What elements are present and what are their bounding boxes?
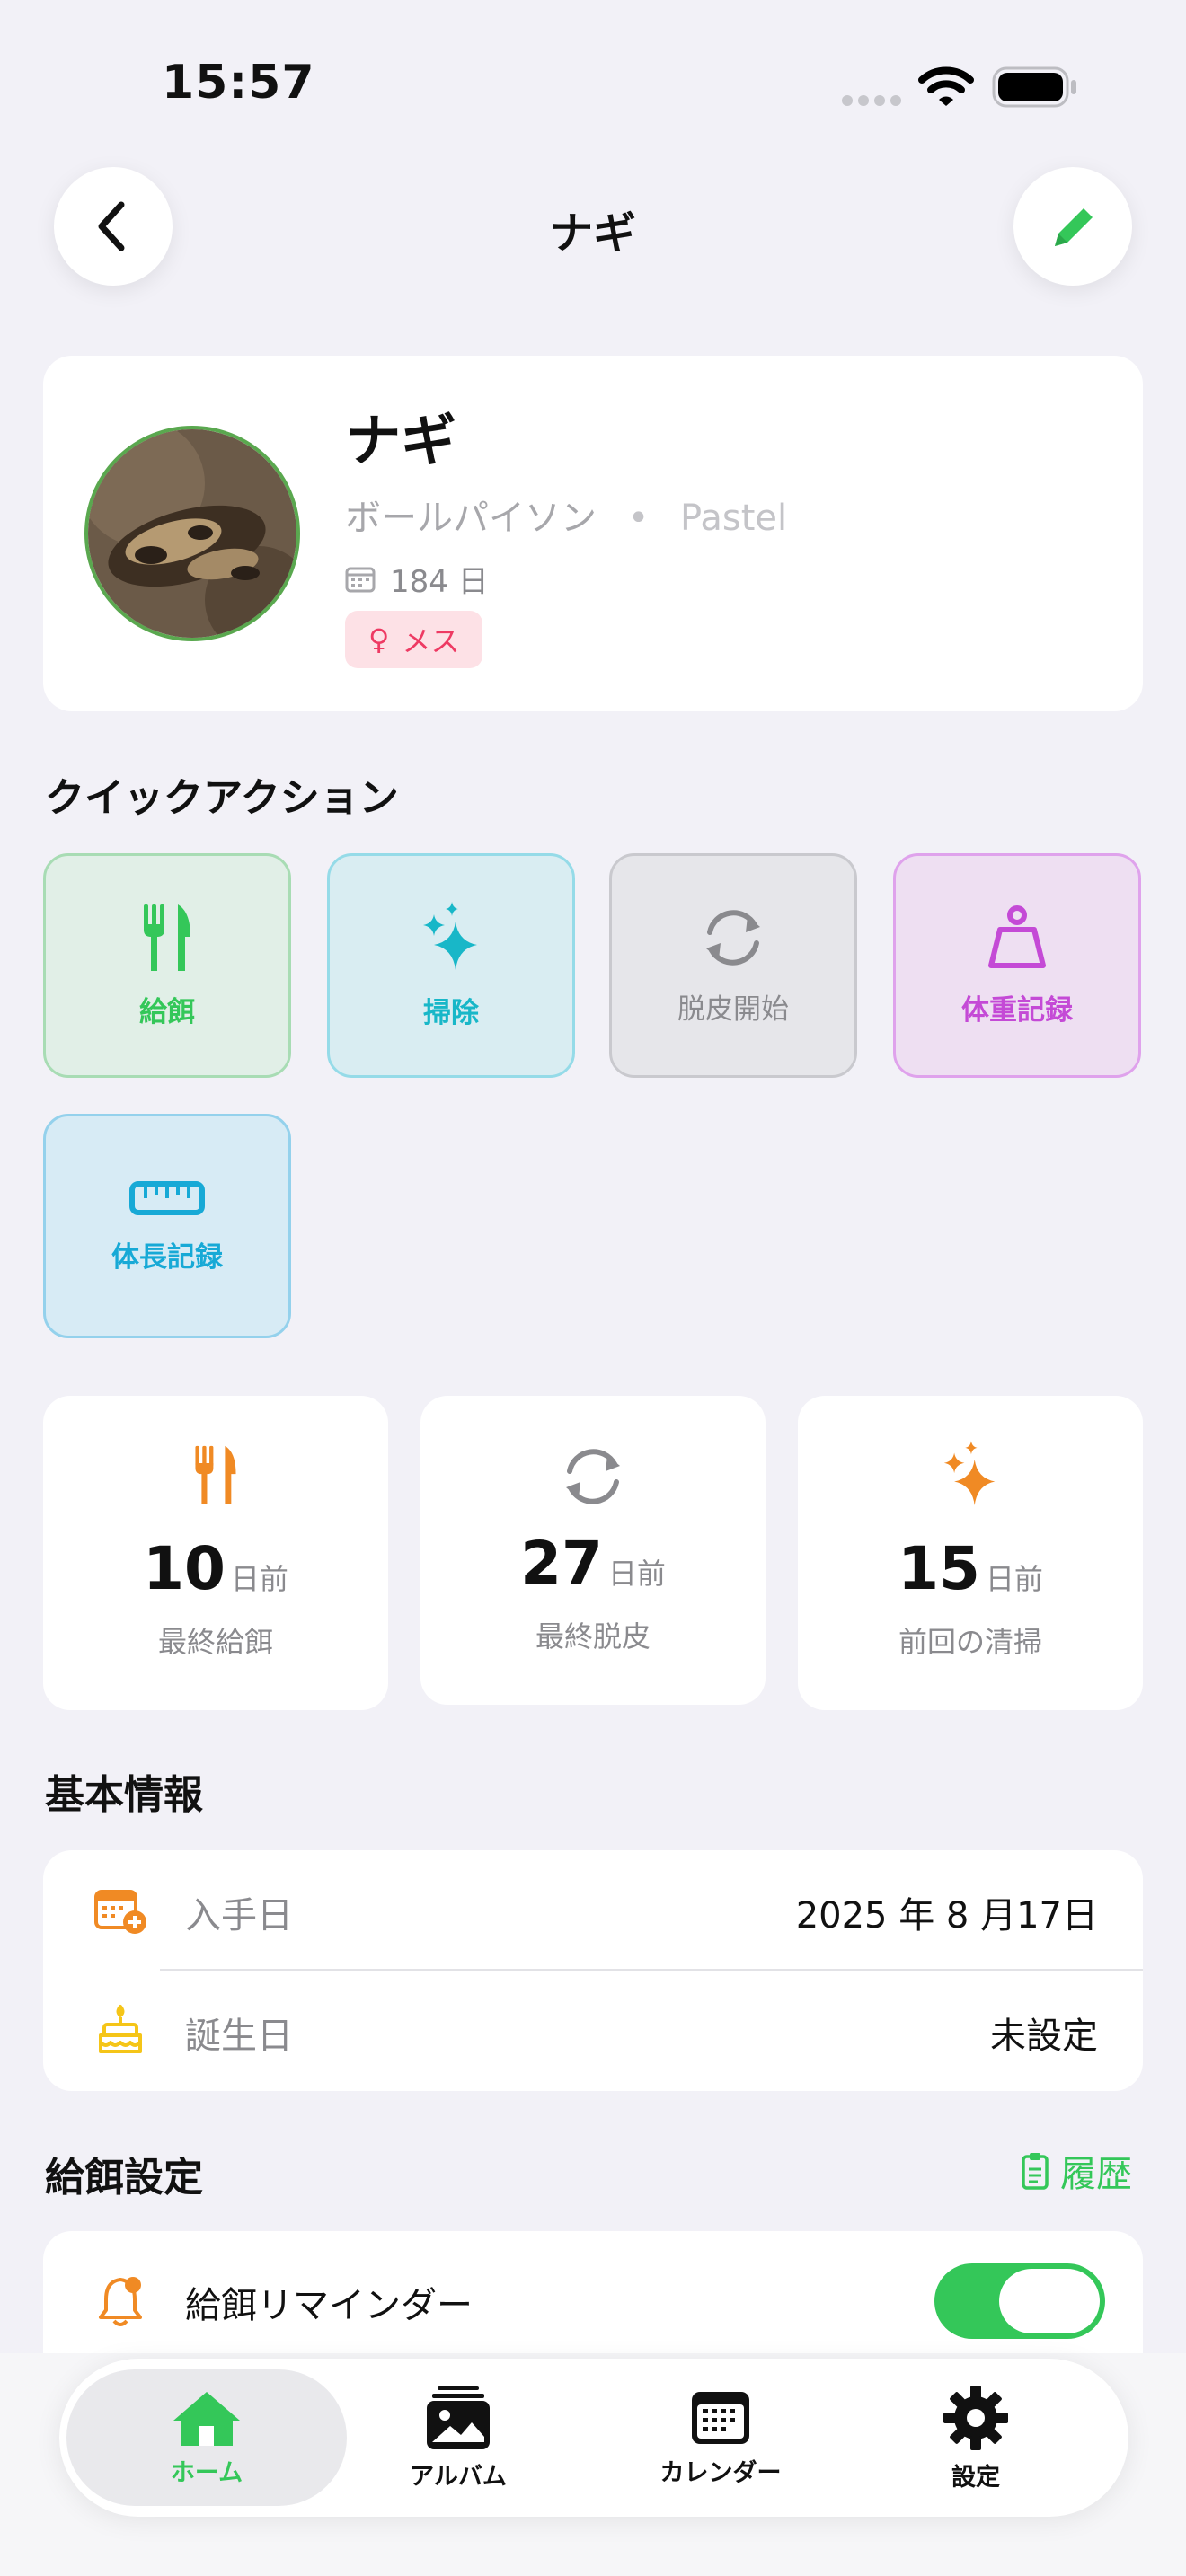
info-row-acquired[interactable]: 入手日 2025 年 8 月17日: [43, 1850, 1143, 1969]
morph: Pastel: [680, 498, 788, 539]
stat-value-row: 15 日前: [898, 1534, 1043, 1603]
pet-name: ナギ: [345, 408, 457, 473]
stat-value: 15: [898, 1534, 980, 1603]
separator: •: [627, 498, 650, 539]
fork-knife-icon: [195, 1445, 236, 1504]
quick-action-feed[interactable]: 給餌: [43, 853, 291, 1078]
tab-label: 設定: [951, 2463, 1000, 2492]
sex-label: メス: [402, 624, 460, 658]
info-label: 誕生日: [185, 2016, 293, 2057]
quick-action-length[interactable]: 体長記録: [43, 1114, 291, 1338]
quick-action-clean[interactable]: 掃除: [327, 853, 575, 1078]
stat-last-shed: 27 日前 最終脱皮: [420, 1396, 766, 1705]
sex-badge: ♀ メス: [345, 611, 483, 668]
stat-value-row: 27 日前: [520, 1529, 666, 1598]
signal-icon: [841, 93, 904, 111]
avatar: [84, 426, 300, 641]
reminder-toggle[interactable]: [934, 2263, 1105, 2339]
female-icon: ♀: [368, 622, 390, 657]
scale-icon: [988, 904, 1046, 968]
pencil-icon: [1055, 208, 1093, 246]
stat-caption: 最終給餌: [157, 1625, 273, 1659]
birthday-cake-icon: [99, 2005, 142, 2053]
info-row-birthday[interactable]: 誕生日 未設定: [43, 1971, 1143, 2091]
tab-label: ホーム: [170, 2458, 243, 2487]
stat-unit: 日前: [985, 1562, 1043, 1596]
gear-icon: [943, 2385, 1008, 2450]
photo-stack-icon: [427, 2386, 490, 2449]
battery-icon: [992, 66, 1078, 111]
stat-value: 27: [520, 1529, 603, 1598]
tab-home[interactable]: ホーム: [81, 2359, 332, 2517]
profile-card: ナギ ボールパイソン • Pastel 184 日 ♀ メス: [43, 356, 1143, 711]
info-value: 2025 年 8 月17日: [795, 1895, 1098, 1936]
stat-last-cleaning: 15 日前 前回の清掃: [798, 1396, 1143, 1710]
age-days: 184 日: [390, 564, 489, 600]
tab-label: カレンダー: [659, 2458, 782, 2487]
quick-action-shed[interactable]: 脱皮開始: [609, 853, 857, 1078]
edit-button[interactable]: [1013, 167, 1132, 286]
quick-action-weight-label: 体重記録: [961, 993, 1073, 1027]
history-link[interactable]: 履歴: [1021, 2145, 1132, 2197]
house-icon: [173, 2391, 240, 2446]
tab-label: アルバム: [410, 2462, 507, 2491]
stat-caption: 前回の清掃: [898, 1625, 1042, 1659]
stat-value: 10: [143, 1534, 226, 1603]
ruler-icon: [129, 1180, 205, 1215]
stat-value-row: 10 日前: [143, 1534, 288, 1603]
feeding-settings-title: 給餌設定: [45, 2155, 203, 2201]
tab-settings[interactable]: 設定: [850, 2359, 1102, 2517]
toggle-knob: [999, 2269, 1100, 2333]
quick-action-feed-label: 給餌: [139, 995, 195, 1028]
quick-action-shed-label: 脱皮開始: [677, 992, 789, 1026]
stat-unit: 日前: [230, 1562, 288, 1596]
stat-caption: 最終脱皮: [535, 1619, 651, 1654]
age-line: 184 日: [345, 557, 489, 601]
cycle-icon: [706, 909, 760, 966]
wifi-icon: [918, 65, 974, 111]
quick-action-length-label: 体長記録: [111, 1240, 223, 1274]
info-label: 入手日: [185, 1895, 293, 1936]
tab-bar: ホーム アルバム カレンダー 設定: [59, 2359, 1128, 2517]
species-line: ボールパイソン • Pastel: [345, 489, 787, 541]
calendar-icon: [692, 2391, 749, 2444]
quick-action-clean-label: 掃除: [423, 996, 479, 1029]
stat-last-feeding: 10 日前 最終給餌: [43, 1396, 388, 1710]
quick-action-weight[interactable]: 体重記録: [893, 853, 1141, 1078]
page-title: ナギ: [549, 208, 636, 259]
stat-unit: 日前: [607, 1557, 666, 1591]
fork-knife-icon: [144, 904, 190, 971]
species: ボールパイソン: [345, 498, 597, 539]
tab-album[interactable]: アルバム: [332, 2359, 584, 2517]
clipboard-icon: [1022, 2153, 1049, 2190]
calendar-add-icon: [94, 1890, 146, 1934]
status-time: 15:57: [162, 56, 315, 110]
quick-actions-title: クイックアクション: [45, 775, 399, 821]
basic-info-card: 入手日 2025 年 8 月17日 誕生日 未設定: [43, 1850, 1143, 2091]
sparkles-icon: [943, 1441, 996, 1505]
history-label: 履歴: [1060, 2154, 1132, 2195]
sparkles-icon: [423, 901, 477, 970]
tab-calendar[interactable]: カレンダー: [595, 2359, 846, 2517]
calendar-icon: [345, 567, 376, 592]
info-value: 未設定: [990, 2016, 1098, 2057]
reminder-label: 給餌リマインダー: [185, 2285, 473, 2326]
cycle-icon: [566, 1449, 620, 1504]
bell-icon: [99, 2277, 142, 2326]
basic-info-title: 基本情報: [45, 1772, 203, 1818]
